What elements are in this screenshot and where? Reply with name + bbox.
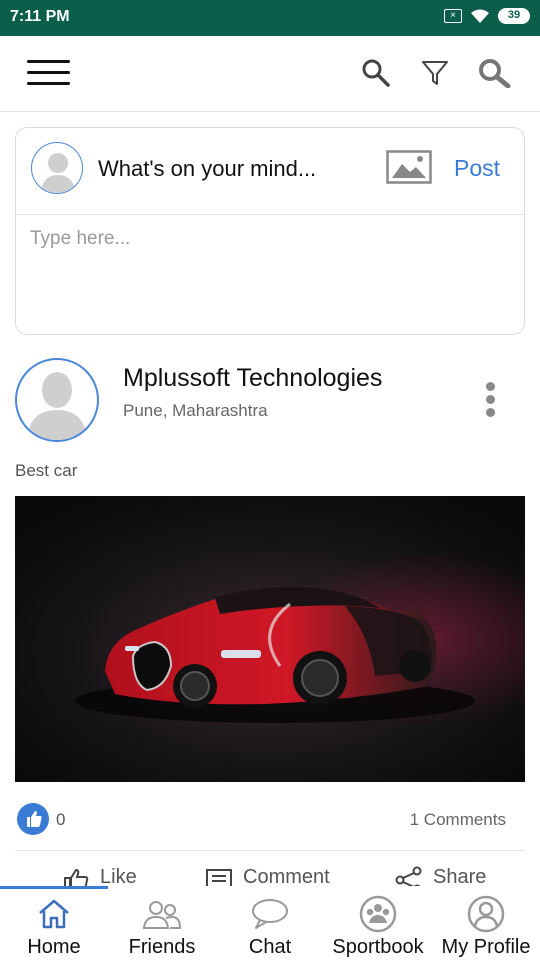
- like-label: Like: [100, 866, 137, 886]
- battery-icon: 39: [498, 8, 530, 24]
- post-author[interactable]: Mplussoft Technologies: [123, 364, 382, 393]
- like-button[interactable]: Like: [62, 866, 137, 886]
- menu-icon[interactable]: [27, 58, 70, 88]
- divider: [16, 214, 524, 215]
- search-icon[interactable]: [361, 58, 391, 93]
- search-icon[interactable]: [478, 58, 512, 93]
- home-icon: [0, 894, 108, 934]
- comment-label: Comment: [243, 866, 330, 886]
- friends-icon: [108, 894, 216, 934]
- more-options-icon[interactable]: [484, 380, 498, 420]
- profile-icon: [432, 894, 540, 934]
- nav-home[interactable]: Home: [0, 894, 108, 960]
- wifi-icon: [470, 8, 490, 24]
- comment-button[interactable]: Comment: [205, 866, 330, 886]
- chat-icon: [216, 894, 324, 934]
- nav-friends[interactable]: Friends: [108, 894, 216, 960]
- nav-label: Sportbook: [332, 936, 424, 958]
- like-icon: [64, 868, 89, 886]
- nav-label: Friends: [128, 936, 196, 958]
- post-text-input[interactable]: Type here...: [30, 228, 130, 250]
- app-bar: [0, 36, 540, 112]
- status-icons: × 39: [444, 8, 530, 24]
- post-caption: Best car: [15, 461, 78, 480]
- avatar[interactable]: [31, 142, 83, 194]
- status-time: 7:11 PM: [10, 8, 70, 25]
- post-button[interactable]: Post: [454, 155, 500, 182]
- share-label: Share: [433, 866, 487, 886]
- like-count: 0: [56, 810, 66, 829]
- nav-my-profile[interactable]: My Profile: [432, 894, 540, 960]
- bottom-nav: Home Friends Chat Sportbook My Profile: [0, 886, 540, 960]
- active-tab-indicator: [0, 886, 108, 889]
- sim-icon: ×: [444, 9, 462, 23]
- post-location: Pune, Maharashtra: [123, 401, 268, 420]
- divider: [15, 850, 525, 851]
- comment-icon: [206, 869, 232, 886]
- like-badge-icon: [17, 803, 49, 835]
- nav-label: Chat: [248, 936, 292, 958]
- post-actions: Like Comment Share: [0, 862, 540, 886]
- filter-icon[interactable]: [420, 58, 450, 93]
- share-button[interactable]: Share: [395, 866, 486, 886]
- author-avatar[interactable]: [15, 358, 99, 442]
- composer-prompt: What's on your mind...: [98, 156, 317, 181]
- paw-group-icon: [324, 894, 432, 934]
- post-image[interactable]: [15, 496, 525, 782]
- status-bar: 7:11 PM × 39: [0, 0, 540, 36]
- image-icon[interactable]: [386, 150, 432, 189]
- nav-sportbook[interactable]: Sportbook: [324, 894, 432, 960]
- nav-label: Home: [27, 936, 81, 958]
- nav-label: My Profile: [441, 936, 531, 958]
- nav-chat[interactable]: Chat: [216, 894, 324, 960]
- post-composer: What's on your mind... Post Type here...: [15, 127, 525, 335]
- comments-count[interactable]: 1 Comments: [410, 810, 506, 830]
- share-icon: [395, 866, 422, 886]
